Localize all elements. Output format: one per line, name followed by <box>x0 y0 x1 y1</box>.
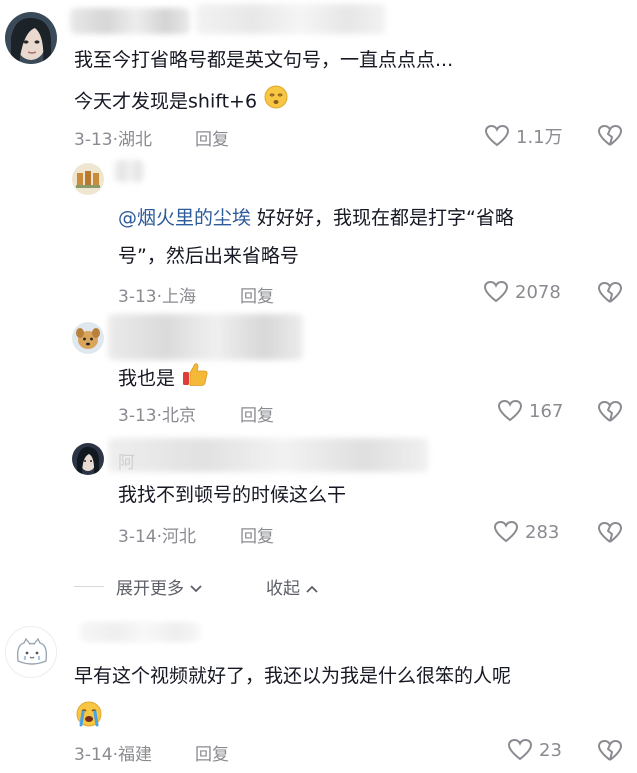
mention-link[interactable]: @烟火里的尘埃 <box>118 207 251 229</box>
divider <box>74 586 104 587</box>
chevron-down-icon <box>190 585 203 593</box>
thumbs-up-emoji <box>181 360 209 398</box>
comment-location: 上海 <box>162 287 196 307</box>
comment-text: @烟火里的尘埃 好好好，我现在都是打字“省略 <box>118 203 514 234</box>
reply-button[interactable]: 回复 <box>240 401 274 426</box>
like-button[interactable]: 167 <box>497 399 563 423</box>
dislike-button[interactable] <box>597 281 623 305</box>
reply-button[interactable]: 回复 <box>240 282 274 307</box>
heart-outline-icon <box>484 124 510 147</box>
broken-heart-icon <box>598 740 622 761</box>
like-count: 283 <box>525 521 560 543</box>
collapse-button[interactable]: 收起 <box>266 574 319 599</box>
comment-meta: 3-13·湖北 <box>74 130 152 150</box>
crying-face-emoji <box>74 699 104 739</box>
username-partial: 阿 <box>118 453 135 473</box>
username-blurred[interactable] <box>108 438 428 472</box>
like-button[interactable]: 23 <box>507 738 562 762</box>
avatar[interactable] <box>5 12 57 64</box>
comment-date: 3-13 <box>118 287 157 307</box>
comment-date: 3-14 <box>118 527 157 547</box>
like-count: 167 <box>529 400 564 422</box>
comment-date: 3-13 <box>118 406 157 426</box>
reply-button[interactable]: 回复 <box>195 740 229 765</box>
like-button[interactable]: 283 <box>493 520 559 544</box>
comment-location: 北京 <box>162 406 196 426</box>
like-count: 2078 <box>515 281 561 303</box>
comment-text: 我找不到顿号的时候这么干 <box>118 484 347 506</box>
comment-text: 号”，然后出来省略号 <box>118 245 299 267</box>
comment-date: 3-13 <box>74 130 113 150</box>
dizzy-face-emoji <box>263 84 289 120</box>
comment-meta: 3-13·上海 <box>118 287 196 307</box>
comment-emoji-line <box>74 699 104 739</box>
reply-button[interactable]: 回复 <box>240 522 274 547</box>
heart-outline-icon <box>507 738 533 761</box>
comment-meta: 3-14·河北 <box>118 527 196 547</box>
comment-text: 我也是 <box>118 360 209 398</box>
comment-text: 早有这个视频就好了，我还以为我是什么很笨的人呢 <box>74 665 512 687</box>
broken-heart-icon <box>598 522 622 543</box>
collapse-label: 收起 <box>266 579 300 599</box>
avatar[interactable] <box>5 626 57 678</box>
comment-meta: 3-13·北京 <box>118 406 196 426</box>
dislike-button[interactable] <box>597 124 623 148</box>
comment-text: 我也是 <box>118 367 176 390</box>
broken-heart-icon <box>598 401 622 422</box>
heart-outline-icon <box>497 399 523 422</box>
username-blurred[interactable] <box>70 8 190 34</box>
broken-heart-icon <box>598 282 622 303</box>
avatar[interactable] <box>72 322 104 354</box>
avatar[interactable] <box>72 163 104 195</box>
like-button[interactable]: 2078 <box>483 280 561 304</box>
like-count: 23 <box>539 739 562 761</box>
broken-heart-icon <box>598 125 622 146</box>
expand-more-label: 展开更多 <box>116 579 184 599</box>
comment-date: 3-14 <box>74 745 113 765</box>
reply-button[interactable]: 回复 <box>195 125 229 150</box>
comment-text: 今天才发现是shift+6 <box>74 90 258 113</box>
heart-outline-icon <box>493 520 519 543</box>
comment-location: 河北 <box>162 527 196 547</box>
username-blurred[interactable] <box>108 314 303 360</box>
expand-more-button[interactable]: 展开更多 <box>116 574 203 599</box>
username-blurred[interactable] <box>80 622 200 642</box>
comment-location: 湖北 <box>118 130 152 150</box>
dislike-button[interactable] <box>597 400 623 424</box>
username-blurred[interactable] <box>114 160 144 182</box>
comment-meta: 3-14·福建 <box>74 745 152 765</box>
comment-text: 好好好，我现在都是打字“省略 <box>251 207 514 229</box>
dislike-button[interactable] <box>597 739 623 763</box>
dislike-button[interactable] <box>597 521 623 545</box>
comment-text: 我至今打省略号都是英文句号，一直点点点... <box>74 49 454 71</box>
comment-location: 福建 <box>118 745 152 765</box>
comment-text: 今天才发现是shift+6 <box>74 84 289 120</box>
like-count: 1.1万 <box>516 127 563 148</box>
avatar[interactable] <box>72 443 104 475</box>
username-blurred <box>196 4 386 34</box>
like-button[interactable]: 1.1万 <box>484 123 563 149</box>
chevron-up-icon <box>306 585 319 593</box>
heart-outline-icon <box>483 280 509 303</box>
